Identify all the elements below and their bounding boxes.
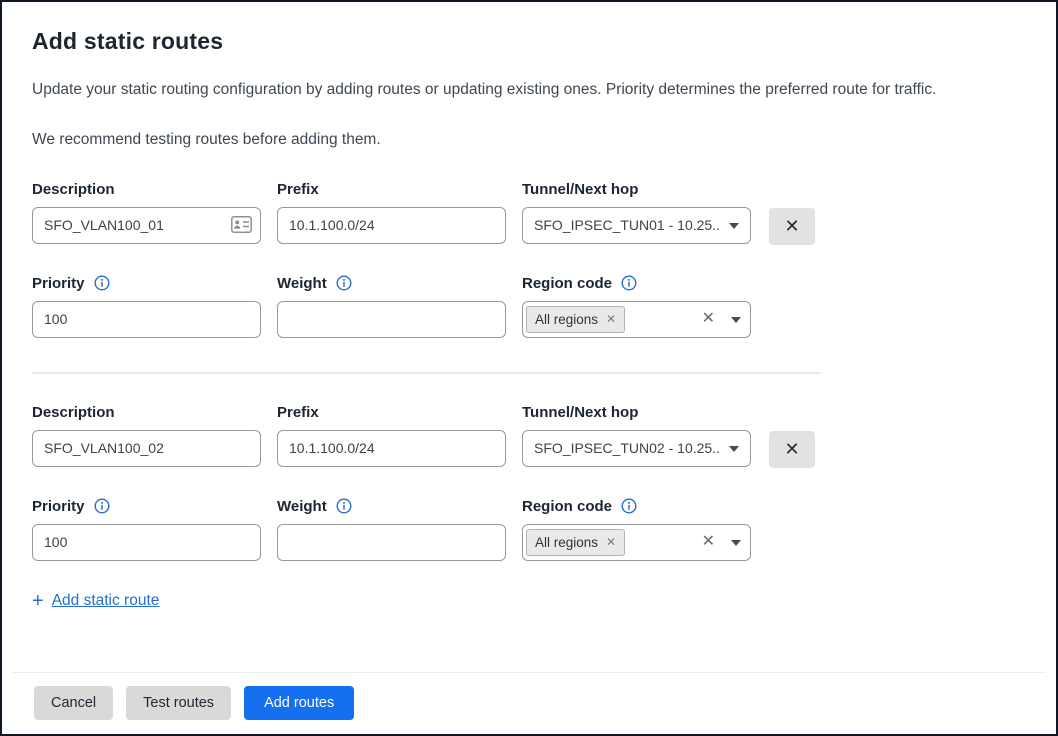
tunnel-field-2: Tunnel/Next hop SFO_IPSEC_TUN02 - 10.25.… — [522, 404, 751, 467]
tunnel-label: Tunnel/Next hop — [522, 181, 751, 198]
info-icon[interactable] — [336, 275, 352, 291]
priority-input[interactable] — [32, 301, 261, 338]
route-divider — [32, 372, 820, 374]
route-entry-1: Description Prefix — [32, 181, 1026, 338]
tunnel-select[interactable]: SFO_IPSEC_TUN02 - 10.25... — [522, 430, 751, 467]
info-icon[interactable] — [94, 498, 110, 514]
description-input[interactable] — [32, 207, 261, 244]
prefix-label: Prefix — [277, 181, 506, 198]
description-input[interactable] — [32, 430, 261, 467]
tunnel-selected-value: SFO_IPSEC_TUN02 - 10.25... — [534, 440, 721, 456]
priority-label: Priority — [32, 498, 85, 515]
info-icon[interactable] — [621, 498, 637, 514]
weight-label: Weight — [277, 498, 327, 515]
chevron-down-icon — [729, 216, 739, 234]
priority-field-1: Priority — [32, 275, 261, 338]
chevron-down-icon — [731, 533, 741, 551]
region-field-2: Region code All regions ✕ ✕ — [522, 498, 751, 561]
region-tag: All regions ✕ — [526, 529, 625, 556]
region-label: Region code — [522, 275, 612, 292]
weight-label: Weight — [277, 275, 327, 292]
tag-remove-icon[interactable]: ✕ — [606, 313, 616, 325]
chevron-down-icon — [731, 310, 741, 328]
intro-text-line2: We recommend testing routes before addin… — [32, 130, 1026, 151]
remove-route-button[interactable]: ✕ — [769, 431, 815, 468]
dialog-content: Add static routes Update your static rou… — [2, 2, 1056, 611]
prefix-field-1: Prefix — [277, 181, 506, 244]
weight-field-2: Weight — [277, 498, 506, 561]
tunnel-label: Tunnel/Next hop — [522, 404, 751, 421]
weight-field-1: Weight — [277, 275, 506, 338]
tag-remove-icon[interactable]: ✕ — [606, 536, 616, 548]
chevron-down-icon — [729, 439, 739, 457]
info-icon[interactable] — [94, 275, 110, 291]
plus-icon: + — [32, 591, 44, 611]
priority-label: Priority — [32, 275, 85, 292]
route-entry-2: Description Prefix Tunnel/Next hop SFO_I… — [32, 404, 1026, 561]
test-routes-button[interactable]: Test routes — [126, 686, 231, 720]
weight-input[interactable] — [277, 524, 506, 561]
add-static-route-row: + Add static route — [32, 591, 1026, 611]
region-tag-label: All regions — [535, 312, 598, 327]
description-label: Description — [32, 181, 261, 198]
intro-text-line1: Update your static routing configuration… — [32, 80, 1026, 101]
info-icon[interactable] — [336, 498, 352, 514]
tunnel-field-1: Tunnel/Next hop SFO_IPSEC_TUN01 - 10.25.… — [522, 181, 751, 244]
clear-selection-icon[interactable]: ✕ — [702, 311, 715, 327]
weight-input[interactable] — [277, 301, 506, 338]
tunnel-select[interactable]: SFO_IPSEC_TUN01 - 10.25... — [522, 207, 751, 244]
region-label: Region code — [522, 498, 612, 515]
description-field-2: Description — [32, 404, 261, 467]
tunnel-selected-value: SFO_IPSEC_TUN01 - 10.25... — [534, 217, 721, 233]
priority-field-2: Priority — [32, 498, 261, 561]
cancel-button[interactable]: Cancel — [34, 686, 113, 720]
region-multiselect[interactable]: All regions ✕ ✕ — [522, 524, 751, 561]
remove-route-button[interactable]: ✕ — [769, 208, 815, 245]
page-title: Add static routes — [32, 28, 1026, 55]
add-static-route-link[interactable]: Add static route — [52, 592, 160, 610]
clear-selection-icon[interactable]: ✕ — [702, 534, 715, 550]
region-multiselect[interactable]: All regions ✕ ✕ — [522, 301, 751, 338]
priority-input[interactable] — [32, 524, 261, 561]
region-field-1: Region code All regions ✕ ✕ — [522, 275, 751, 338]
add-routes-button[interactable]: Add routes — [244, 686, 354, 720]
region-tag-label: All regions — [535, 535, 598, 550]
dialog-footer: Cancel Test routes Add routes — [12, 672, 1046, 734]
region-tag: All regions ✕ — [526, 306, 625, 333]
description-label: Description — [32, 404, 261, 421]
prefix-input[interactable] — [277, 430, 506, 467]
prefix-input[interactable] — [277, 207, 506, 244]
info-icon[interactable] — [621, 275, 637, 291]
prefix-label: Prefix — [277, 404, 506, 421]
prefix-field-2: Prefix — [277, 404, 506, 467]
description-field-1: Description — [32, 181, 261, 244]
